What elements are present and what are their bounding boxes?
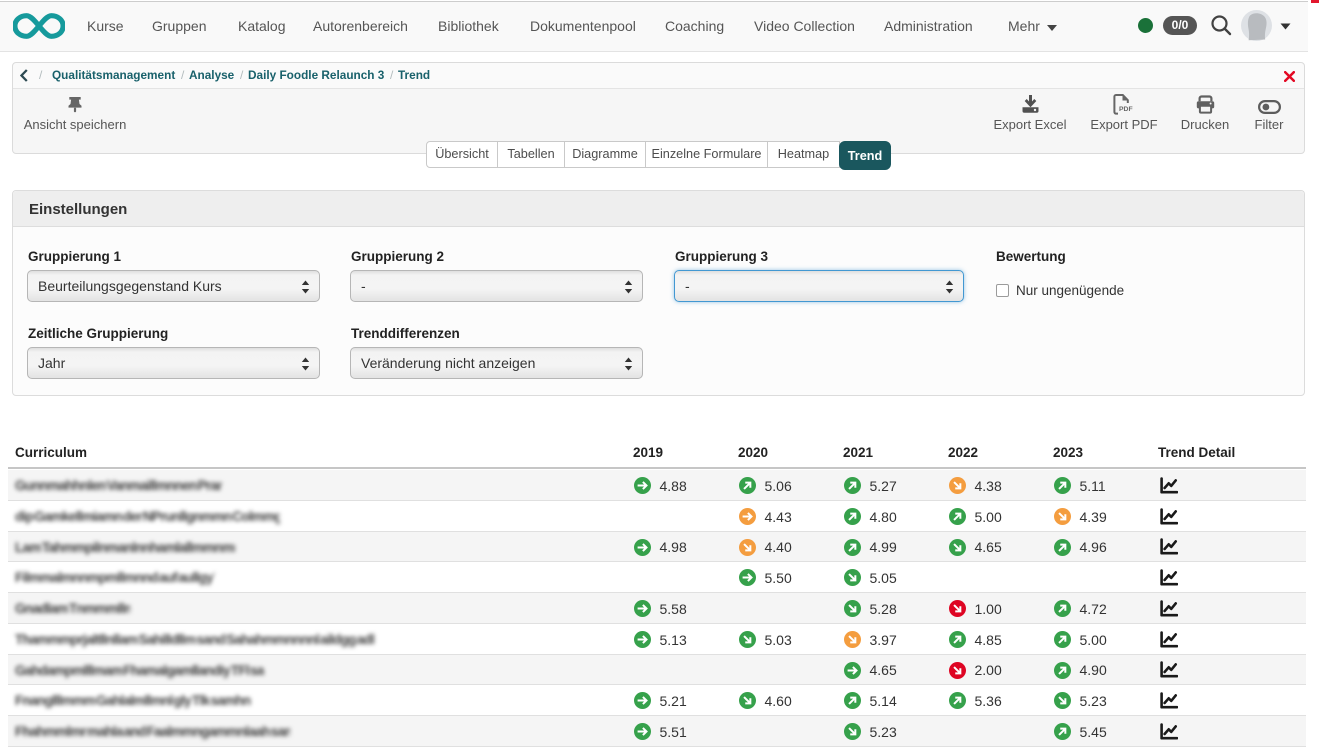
- svg-text:PDF: PDF: [1119, 106, 1133, 113]
